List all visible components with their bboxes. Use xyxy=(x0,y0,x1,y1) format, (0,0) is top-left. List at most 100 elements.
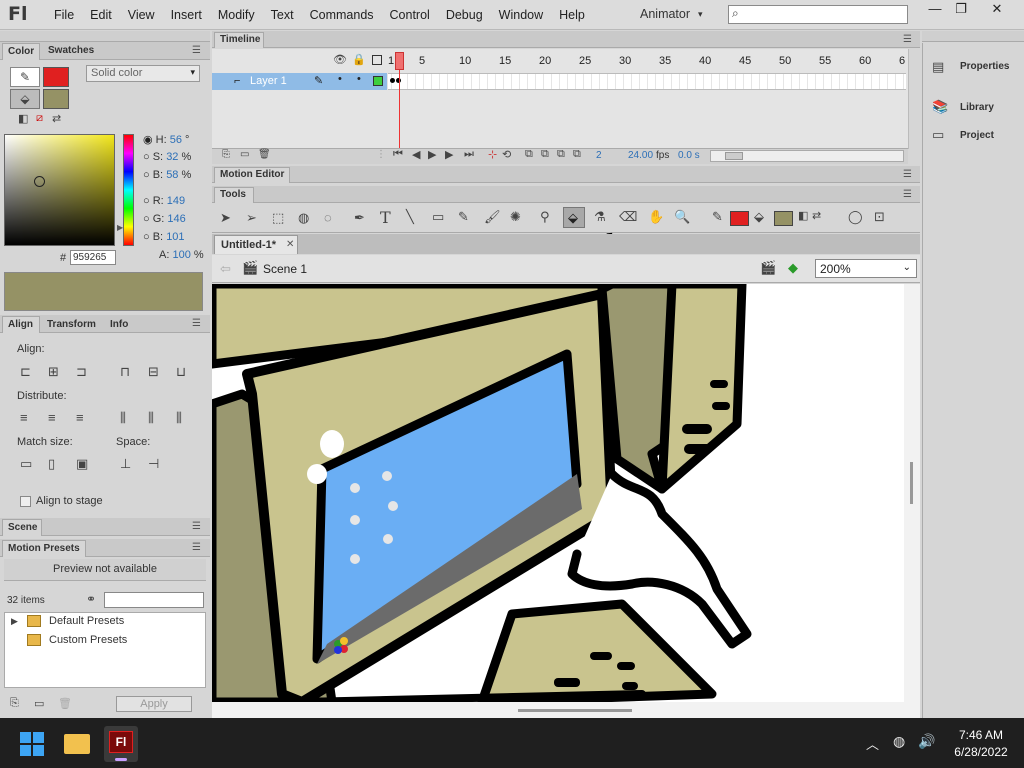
menu-modify[interactable]: Modify xyxy=(210,0,263,30)
chevron-down-icon[interactable]: ▾ xyxy=(698,9,703,20)
hand-tool-icon[interactable]: ✋ xyxy=(648,209,664,225)
step-back-icon[interactable]: ◀ xyxy=(412,148,420,161)
text-tool-icon[interactable]: T xyxy=(380,208,391,227)
windows-start-icon[interactable] xyxy=(20,732,44,756)
loop-icon[interactable]: ⟲ xyxy=(502,148,511,161)
panel-menu-icon[interactable]: ☰ xyxy=(192,542,201,553)
layer-row[interactable]: ⌐ Layer 1 ✎ • • xyxy=(212,73,387,90)
distribute-left-icon[interactable]: ⫼ xyxy=(120,410,126,426)
distribute-right-icon[interactable]: ⫼ xyxy=(176,410,182,426)
radio-r[interactable]: ○ xyxy=(143,195,150,207)
radio-g[interactable]: ○ xyxy=(143,213,150,225)
align-top-icon[interactable]: ⊓ xyxy=(120,364,130,380)
distribute-top-icon[interactable]: ≡ xyxy=(20,410,28,425)
picker-cursor[interactable] xyxy=(34,176,45,187)
object-drawing-icon[interactable]: ◯ xyxy=(848,209,863,225)
list-item[interactable]: Custom Presets xyxy=(49,634,127,646)
taskbar-animate-button[interactable]: Fl xyxy=(104,726,138,762)
menu-file[interactable]: File xyxy=(46,0,82,30)
panel-menu-icon[interactable]: ☰ xyxy=(192,45,201,56)
panel-menu-icon[interactable]: ☰ xyxy=(903,169,912,180)
tray-chevron-up-icon[interactable]: ︿ xyxy=(866,734,879,753)
tab-timeline[interactable]: Timeline xyxy=(214,32,264,48)
edit-symbols-icon[interactable]: ◆ xyxy=(788,260,798,276)
visibility-dot[interactable]: • xyxy=(338,73,342,85)
file-explorer-icon[interactable] xyxy=(64,734,90,754)
pen-tool-icon[interactable]: ✒ xyxy=(354,210,365,226)
align-right-icon[interactable]: ⊐ xyxy=(76,364,87,380)
dock-item-project[interactable]: ▭ Project xyxy=(922,122,1024,150)
workspace-switcher[interactable]: Animator xyxy=(640,7,690,21)
tab-color[interactable]: Color xyxy=(2,43,40,60)
dock-item-properties[interactable]: ▤ Properties xyxy=(922,54,1024,82)
layer-name[interactable]: Layer 1 xyxy=(250,75,287,87)
stroke-color-swatch[interactable] xyxy=(730,211,749,226)
eye-icon[interactable]: 👁 xyxy=(333,53,347,66)
line-tool-icon[interactable]: ╲ xyxy=(406,209,414,225)
swap-colors-icon[interactable]: ⇄ xyxy=(812,209,821,222)
black-white-icon[interactable]: ◧ xyxy=(798,209,808,222)
eyedropper-tool-icon[interactable]: ⚗ xyxy=(594,209,606,225)
eraser-tool-icon[interactable]: ⌫ xyxy=(619,209,637,225)
lock-dot[interactable]: • xyxy=(357,73,361,85)
step-forward-icon[interactable]: ▶ xyxy=(445,148,453,161)
timeline-vscroll[interactable] xyxy=(908,49,920,149)
menu-edit[interactable]: Edit xyxy=(82,0,120,30)
align-left-icon[interactable]: ⊏ xyxy=(20,364,31,380)
tab-tools[interactable]: Tools xyxy=(214,187,254,203)
taskbar-clock[interactable]: 7:46 AM 6/28/2022 xyxy=(950,728,1012,759)
panel-collapse-strip[interactable] xyxy=(922,31,1024,42)
menu-debug[interactable]: Debug xyxy=(438,0,491,30)
frame-rate[interactable]: 24.00 xyxy=(628,150,653,161)
onion-markers-icon[interactable]: ⧉ xyxy=(573,148,581,161)
search-input[interactable] xyxy=(728,5,908,24)
onion-skin-icon[interactable]: ⧉ xyxy=(525,148,533,161)
new-folder-icon[interactable]: ▭ xyxy=(240,149,249,160)
b-value[interactable]: 58 xyxy=(166,169,178,181)
outline-icon[interactable] xyxy=(372,55,382,65)
distribute-bottom-icon[interactable]: ≡ xyxy=(76,410,84,425)
keyframe[interactable] xyxy=(389,75,403,89)
first-frame-icon[interactable]: ⏮ xyxy=(393,148,403,161)
fill-color-tool[interactable]: ⬙ xyxy=(10,89,40,109)
dock-item-library[interactable]: 📚 Library xyxy=(922,94,1024,122)
black-white-icon[interactable]: ◧ xyxy=(18,112,28,125)
panel-collapse-strip[interactable] xyxy=(0,31,210,42)
tab-align[interactable]: Align xyxy=(2,316,40,333)
radio-h[interactable]: ◉ xyxy=(143,134,153,146)
back-arrow-icon[interactable]: ⇦ xyxy=(220,261,231,277)
tab-swatches[interactable]: Swatches xyxy=(48,45,94,56)
swap-colors-icon[interactable]: ⇄ xyxy=(52,112,61,125)
zoom-select[interactable]: 200% ⌄ xyxy=(815,259,917,278)
snap-icon[interactable]: ⊡ xyxy=(874,209,885,225)
fill-color-icon[interactable]: ⬙ xyxy=(754,209,764,225)
hue-slider-handle[interactable]: ▶ xyxy=(117,223,123,232)
bone-tool-icon[interactable]: ⚲ xyxy=(540,209,550,225)
match-width-icon[interactable]: ▭ xyxy=(20,456,32,472)
menu-control[interactable]: Control xyxy=(382,0,438,30)
lock-icon[interactable]: 🔒 xyxy=(352,53,366,66)
fill-color-swatch[interactable] xyxy=(774,211,793,226)
new-preset-icon[interactable]: ⎘ xyxy=(10,697,19,710)
tab-motion-presets[interactable]: Motion Presets xyxy=(2,540,86,557)
elapsed-time[interactable]: 0.0 s xyxy=(678,150,700,161)
edit-multiple-icon[interactable]: ⧉ xyxy=(557,148,565,161)
document-tab[interactable]: Untitled-1* ✕ xyxy=(214,235,298,254)
scroll-thumb[interactable] xyxy=(725,152,743,160)
panel-menu-icon[interactable]: ☰ xyxy=(903,34,912,45)
brush-tool-icon[interactable]: 🖌 xyxy=(484,209,501,225)
subselection-tool-icon[interactable]: ➢ xyxy=(246,210,257,226)
delete-icon[interactable]: 🗑 xyxy=(258,149,271,160)
panel-menu-icon[interactable]: ☰ xyxy=(192,318,201,329)
menu-window[interactable]: Window xyxy=(491,0,551,30)
new-layer-icon[interactable]: ⎘ xyxy=(222,149,230,160)
panel-menu-icon[interactable]: ☰ xyxy=(903,189,912,200)
fill-type-select[interactable]: Solid color ▾ xyxy=(86,65,200,82)
current-frame[interactable]: 2 xyxy=(596,150,602,161)
align-to-stage-checkbox[interactable] xyxy=(20,496,31,507)
fill-color-swatch[interactable] xyxy=(43,89,69,109)
menu-commands[interactable]: Commands xyxy=(302,0,382,30)
align-vcenter-icon[interactable]: ⊟ xyxy=(148,364,159,380)
match-both-icon[interactable]: ▣ xyxy=(76,456,88,472)
free-transform-tool-icon[interactable]: ⬚ xyxy=(272,210,284,226)
